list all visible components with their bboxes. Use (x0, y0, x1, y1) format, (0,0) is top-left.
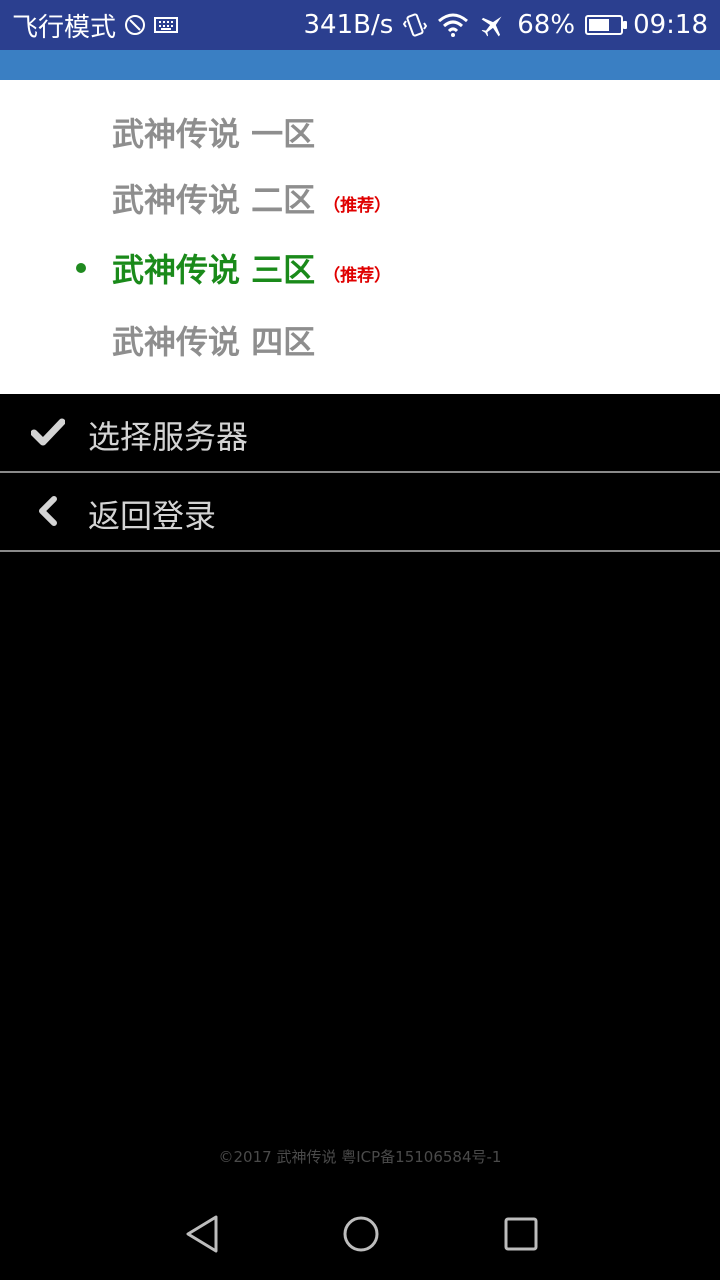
battery-percent: 68% (517, 10, 576, 40)
back-login-button[interactable]: 返回登录 (0, 473, 720, 552)
select-server-button[interactable]: 选择服务器 (0, 394, 720, 473)
server-item-1[interactable]: 武神传说 一区 (0, 110, 720, 154)
server-name: 武神传说 三区 (112, 251, 316, 289)
server-item-4[interactable]: 武神传说 四区 (0, 318, 720, 362)
server-list: 武神传说 一区 武神传说 二区 （推荐） 武神传说 三区 （推荐） 武神传说 四区 (0, 80, 720, 394)
clock: 09:18 (633, 10, 708, 40)
server-item-2[interactable]: 武神传说 二区 （推荐） (0, 176, 720, 220)
keyboard-icon (154, 16, 179, 34)
vibrate-icon (403, 12, 428, 38)
airplane-icon (479, 11, 507, 39)
wifi-icon (437, 13, 469, 37)
navigation-bar (0, 1190, 720, 1280)
no-sync-icon (124, 14, 146, 36)
server-item-3[interactable]: 武神传说 三区 （推荐） (0, 246, 720, 290)
checkmark-icon (30, 414, 66, 450)
recommend-badge: （推荐） (323, 196, 392, 216)
back-nav-icon[interactable] (180, 1212, 224, 1256)
home-nav-icon[interactable] (339, 1212, 383, 1256)
server-name: 武神传说 二区 (112, 181, 316, 219)
status-bar: 飞行模式 341B/s 68% 09:18 (0, 0, 720, 50)
recents-nav-icon[interactable] (499, 1212, 543, 1256)
selected-dot-icon (76, 263, 86, 273)
network-speed: 341B/s (303, 10, 394, 40)
back-login-label: 返回登录 (88, 497, 217, 535)
airplane-mode-label: 飞行模式 (12, 12, 117, 43)
chevron-left-icon (30, 493, 66, 529)
server-name: 武神传说 四区 (112, 323, 316, 361)
copyright-footer: ©2017 武神传说 粤ICP备15106584号-1 (218, 1148, 502, 1166)
recommend-badge: （推荐） (323, 266, 392, 286)
select-server-label: 选择服务器 (88, 418, 249, 456)
server-name: 武神传说 一区 (112, 115, 316, 153)
battery-icon (585, 15, 628, 35)
app-header (0, 50, 720, 80)
